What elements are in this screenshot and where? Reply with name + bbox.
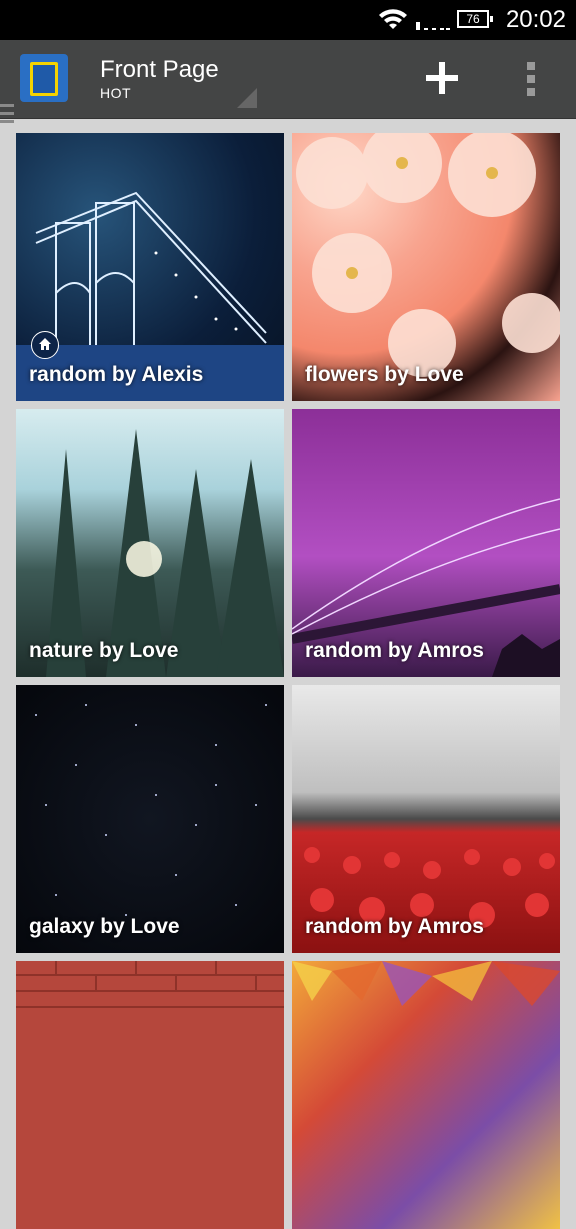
tile-label: random by Amros: [305, 639, 484, 662]
wallpaper-tile[interactable]: random by Amros: [292, 685, 560, 953]
wallpaper-tile[interactable]: [292, 961, 560, 1229]
wallpaper-tile[interactable]: galaxy by Love: [16, 685, 284, 953]
add-icon[interactable]: [424, 60, 460, 96]
wallpaper-tile[interactable]: random by Alexis: [16, 133, 284, 401]
clock: 20:02: [505, 6, 566, 33]
tile-label: nature by Love: [29, 639, 179, 662]
spinner-indicator[interactable]: [237, 88, 257, 108]
tile-label: flowers by Love: [305, 363, 464, 386]
wallpaper-tile[interactable]: random by Amros: [292, 409, 560, 677]
wallpaper-tile[interactable]: [16, 961, 284, 1229]
app-icon[interactable]: [20, 54, 68, 102]
action-bar: Front Page HOT: [0, 40, 576, 123]
page-subtitle[interactable]: HOT: [100, 85, 131, 101]
page-title[interactable]: Front Page: [100, 56, 219, 84]
overflow-icon[interactable]: [524, 62, 538, 101]
tile-label: galaxy by Love: [29, 915, 180, 938]
wifi-icon: [379, 9, 407, 29]
signal-icon: [416, 22, 450, 30]
drawer-icon[interactable]: [0, 104, 14, 128]
home-icon: [31, 331, 59, 359]
battery-level: 76: [466, 12, 480, 26]
wallpaper-tile[interactable]: flowers by Love: [292, 133, 560, 401]
battery-icon: 76: [457, 10, 493, 28]
status-bar: 76 20:02: [0, 0, 576, 40]
tile-label: random by Alexis: [29, 363, 204, 386]
tile-label: random by Amros: [305, 915, 484, 938]
wallpaper-tile[interactable]: nature by Love: [16, 409, 284, 677]
